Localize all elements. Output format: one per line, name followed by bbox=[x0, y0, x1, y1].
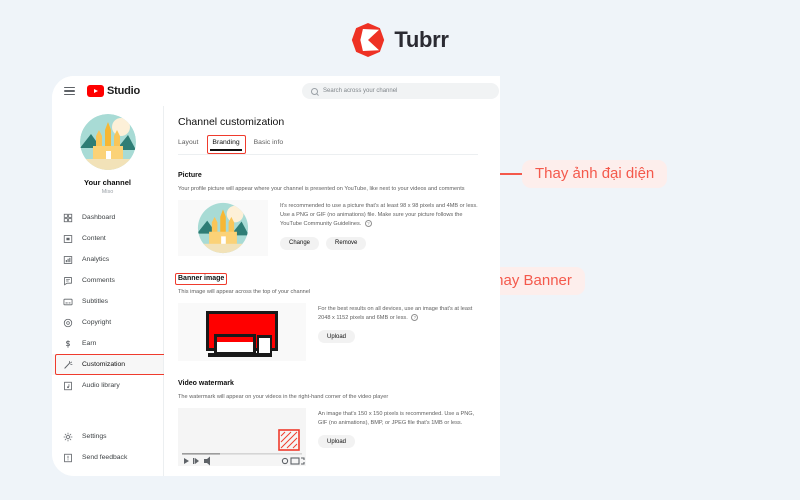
section-subtitle: This image will appear across the top of… bbox=[178, 289, 311, 295]
main-content: Channel customization Layout Branding Ba… bbox=[164, 106, 500, 476]
channel-name: Your channel bbox=[84, 178, 131, 187]
sidebar-item-audio-library[interactable]: Audio library bbox=[52, 375, 163, 396]
sidebar-item-customization[interactable]: Customization bbox=[52, 354, 169, 375]
comments-icon bbox=[64, 276, 72, 285]
section-subtitle: The watermark will appear on your videos… bbox=[178, 394, 389, 400]
change-picture-button[interactable]: Change bbox=[280, 236, 320, 250]
upload-watermark-button[interactable]: Upload bbox=[318, 435, 356, 449]
sidebar-item-analytics[interactable]: Analytics bbox=[52, 249, 163, 270]
tubrr-logo-icon bbox=[352, 23, 385, 57]
gear-icon bbox=[63, 432, 73, 441]
sidebar-bottom-nav: Settings Send feedback bbox=[52, 426, 163, 468]
banner-highlight-box bbox=[175, 272, 228, 285]
studio-product-name: Studio bbox=[107, 85, 141, 97]
youtube-studio-window: Studio Search across your channel Your c… bbox=[52, 76, 500, 476]
profile-picture-preview[interactable] bbox=[178, 200, 268, 256]
sidebar-item-label: Subtitles bbox=[82, 298, 109, 305]
copyright-icon bbox=[63, 318, 73, 327]
channel-avatar-icon[interactable] bbox=[79, 114, 136, 170]
question-mark-icon[interactable]: ? bbox=[411, 314, 419, 322]
brand-header: Tubrr bbox=[0, 22, 800, 58]
earn-dollar-icon bbox=[65, 339, 70, 348]
question-mark-icon[interactable]: ? bbox=[364, 220, 372, 228]
content-icon bbox=[63, 234, 73, 243]
sidebar-item-label: Copyright bbox=[82, 319, 112, 326]
feedback-icon bbox=[64, 453, 72, 462]
section-info: An image that's 150 x 150 pixels is reco… bbox=[318, 411, 475, 427]
analytics-icon bbox=[63, 255, 73, 264]
sidebar-item-comments[interactable]: Comments bbox=[52, 270, 163, 291]
sidebar-item-label: Content bbox=[82, 235, 106, 242]
tab-branding[interactable]: Branding bbox=[207, 135, 246, 154]
search-input[interactable]: Search across your channel bbox=[302, 83, 499, 99]
sidebar-item-label: Comments bbox=[82, 277, 115, 284]
video-watermark-preview[interactable] bbox=[178, 408, 306, 466]
brand-name: Tubrr bbox=[394, 27, 449, 52]
section-title-text: Video watermark bbox=[178, 380, 234, 387]
tab-basic-info[interactable]: Basic info bbox=[254, 139, 283, 151]
section-info: It's recommended to use a picture that's… bbox=[280, 200, 478, 230]
hamburger-menu-icon[interactable] bbox=[64, 86, 75, 96]
page-title: Channel customization bbox=[178, 116, 285, 128]
tab-divider bbox=[178, 154, 478, 155]
search-placeholder: Search across your channel bbox=[323, 88, 398, 94]
audio-library-icon bbox=[64, 381, 72, 390]
banner-devices-image bbox=[206, 311, 278, 357]
video-player-mock-icon bbox=[178, 408, 306, 466]
tab-bar: Layout Branding Basic info bbox=[178, 135, 500, 154]
sidebar-nav: Dashboard Content Analytics Comments Sub… bbox=[52, 207, 169, 396]
sidebar-item-dashboard[interactable]: Dashboard bbox=[52, 207, 163, 228]
section-info-text: It's recommended to use a picture that's… bbox=[280, 203, 478, 228]
sidebar-item-label: Dashboard bbox=[82, 214, 116, 221]
annotation-label: Thay ảnh đại diện bbox=[522, 160, 668, 188]
section-info: For the best results on all devices, use… bbox=[318, 303, 478, 323]
upload-banner-button[interactable]: Upload bbox=[318, 330, 356, 344]
section-info-text: For the best results on all devices, use… bbox=[318, 306, 473, 322]
tab-layout[interactable]: Layout bbox=[178, 139, 198, 151]
section-banner-image: Banner image This image will appear acro… bbox=[175, 267, 478, 361]
customization-wand-icon bbox=[64, 360, 73, 369]
section-title: Banner image bbox=[175, 272, 228, 285]
section-picture: Picture Your profile picture will appear… bbox=[178, 164, 478, 256]
search-icon bbox=[311, 87, 318, 95]
remove-picture-button[interactable]: Remove bbox=[326, 236, 367, 250]
sidebar-item-subtitles[interactable]: Subtitles bbox=[52, 291, 163, 312]
youtube-play-icon bbox=[87, 85, 104, 97]
section-title-text: Picture bbox=[178, 172, 202, 179]
banner-devices-preview[interactable] bbox=[178, 303, 306, 361]
section-video-watermark: Video watermark The watermark will appea… bbox=[178, 372, 478, 466]
section-subtitle: Your profile picture will appear where y… bbox=[178, 186, 465, 192]
section-title: Picture bbox=[178, 172, 202, 179]
channel-handle: Miso bbox=[101, 189, 114, 195]
sidebar-item-content[interactable]: Content bbox=[52, 228, 163, 249]
sidebar-item-label: Send feedback bbox=[82, 454, 128, 461]
dashboard-icon bbox=[63, 213, 73, 222]
sidebar-item-label: Settings bbox=[82, 433, 107, 440]
section-title: Video watermark bbox=[178, 380, 234, 387]
sidebar-item-label: Analytics bbox=[82, 256, 110, 263]
sidebar-item-label: Audio library bbox=[82, 382, 120, 389]
subtitles-icon bbox=[63, 298, 73, 305]
sidebar-item-earn[interactable]: Earn bbox=[52, 333, 163, 354]
tab-branding-label: Branding bbox=[212, 139, 240, 146]
profile-picture-image bbox=[197, 202, 249, 254]
sidebar-item-settings[interactable]: Settings bbox=[52, 426, 163, 447]
sidebar-item-label: Earn bbox=[82, 340, 97, 347]
sidebar-item-send-feedback[interactable]: Send feedback bbox=[52, 447, 163, 468]
sidebar: Your channel Miso Dashboard Content Anal… bbox=[52, 106, 169, 476]
studio-logo[interactable]: Studio bbox=[87, 85, 140, 97]
sidebar-item-label: Customization bbox=[82, 361, 126, 368]
sidebar-item-copyright[interactable]: Copyright bbox=[52, 312, 163, 333]
